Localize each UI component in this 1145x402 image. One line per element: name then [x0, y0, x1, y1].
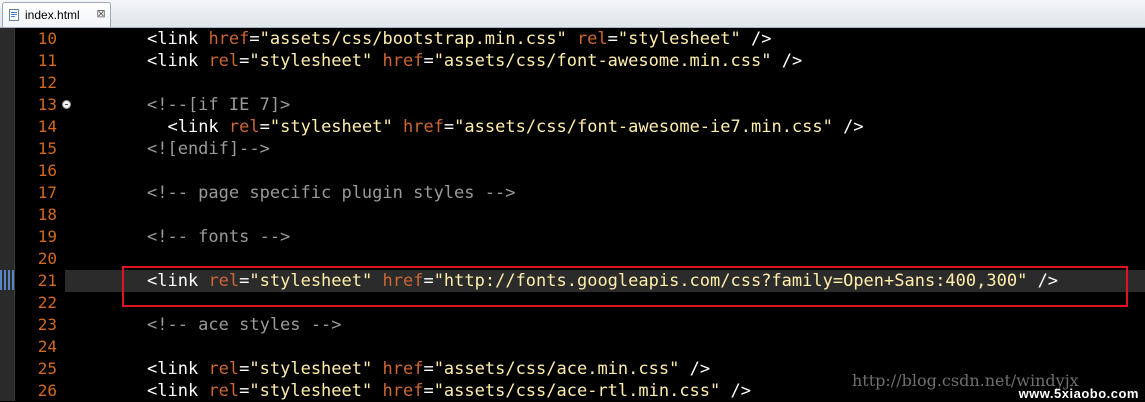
- line-number: 20: [37, 249, 57, 268]
- code-line[interactable]: <link rel="stylesheet" href="assets/css/…: [65, 116, 1145, 138]
- code-area[interactable]: <link href="assets/css/bootstrap.min.css…: [65, 28, 1145, 401]
- line-number: 19: [37, 227, 57, 246]
- tab-title: index.html: [25, 8, 80, 22]
- line-number-row: 15: [15, 138, 65, 160]
- code-line-text: <link rel="stylesheet" href="assets/css/…: [147, 51, 803, 71]
- site-logo: www.5xiaobo.com: [1018, 386, 1139, 401]
- code-line-text: <link rel="stylesheet" href="assets/css/…: [167, 117, 864, 137]
- code-line-text: <!--[if IE 7]>: [147, 95, 291, 115]
- code-line-text: <!-- ace styles -->: [147, 315, 342, 335]
- line-number: 26: [37, 381, 57, 400]
- code-line[interactable]: [65, 72, 1145, 94]
- code-line[interactable]: <![endif]-->: [65, 138, 1145, 160]
- code-line[interactable]: <!-- ace styles -->: [65, 314, 1145, 336]
- line-number: 12: [37, 73, 57, 92]
- code-line[interactable]: [65, 160, 1145, 182]
- line-number: 18: [37, 205, 57, 224]
- line-number-row: 21: [15, 270, 65, 292]
- current-line-marker: [0, 270, 14, 290]
- line-number-row: 22: [15, 292, 65, 314]
- code-line[interactable]: <link href="assets/css/bootstrap.min.css…: [65, 28, 1145, 50]
- close-icon[interactable]: ⊠: [95, 8, 107, 20]
- line-number-row: 10: [15, 28, 65, 50]
- line-number: 14: [37, 117, 57, 136]
- line-number-row: 13: [15, 94, 71, 116]
- code-line[interactable]: [65, 204, 1145, 226]
- html-file-icon: [9, 9, 19, 21]
- code-line[interactable]: [65, 336, 1145, 358]
- line-number: 24: [37, 337, 57, 356]
- line-number-row: 17: [15, 182, 65, 204]
- line-number-row: 24: [15, 336, 65, 358]
- code-line[interactable]: <link rel="stylesheet" href="assets/css/…: [65, 50, 1145, 72]
- line-number-row: 11: [15, 50, 65, 72]
- code-line-text: <![endif]-->: [147, 139, 270, 159]
- code-line-text: <link rel="stylesheet" href="assets/css/…: [147, 381, 751, 401]
- line-number: 16: [37, 161, 57, 180]
- line-number: 15: [37, 139, 57, 158]
- line-number-row: 18: [15, 204, 65, 226]
- highlight-box: [122, 266, 1128, 307]
- annotation-ruler: [0, 28, 15, 401]
- line-number: 21: [37, 271, 57, 290]
- line-number: 11: [37, 51, 57, 70]
- code-line-text: <!-- fonts -->: [147, 227, 291, 247]
- line-number-row: 12: [15, 72, 65, 94]
- line-number: 25: [37, 359, 57, 378]
- line-number-gutter: 10 11 12 13 14 15 16 17 18 19 20 21 22 23 24 25 26: [15, 28, 71, 402]
- line-number: 23: [37, 315, 57, 334]
- tab-index-html[interactable]: index.html ⊠: [2, 2, 111, 27]
- line-number: 22: [37, 293, 57, 312]
- line-number-row: 14: [15, 116, 65, 138]
- editor-tab-bar: index.html ⊠: [0, 0, 1145, 28]
- line-number-row: 16: [15, 160, 65, 182]
- line-number-row: 25: [15, 358, 65, 380]
- code-line-text: <link rel="stylesheet" href="assets/css/…: [147, 359, 711, 379]
- line-number: 10: [37, 29, 57, 48]
- code-line[interactable]: <!-- page specific plugin styles -->: [65, 182, 1145, 204]
- line-number: 17: [37, 183, 57, 202]
- line-number: 13: [37, 95, 57, 114]
- line-number-row: 20: [15, 248, 65, 270]
- code-line-text: <!-- page specific plugin styles -->: [147, 183, 516, 203]
- code-line[interactable]: <!--[if IE 7]>: [65, 94, 1145, 116]
- line-number-row: 23: [15, 314, 65, 336]
- code-line[interactable]: <!-- fonts -->: [65, 226, 1145, 248]
- line-number-row: 19: [15, 226, 65, 248]
- line-number-row: 26: [15, 380, 65, 402]
- code-line-text: <link href="assets/css/bootstrap.min.css…: [147, 29, 772, 49]
- code-editor[interactable]: 10 11 12 13 14 15 16 17 18 19 20 21 22 23 24 25 26 <link…: [0, 28, 1145, 401]
